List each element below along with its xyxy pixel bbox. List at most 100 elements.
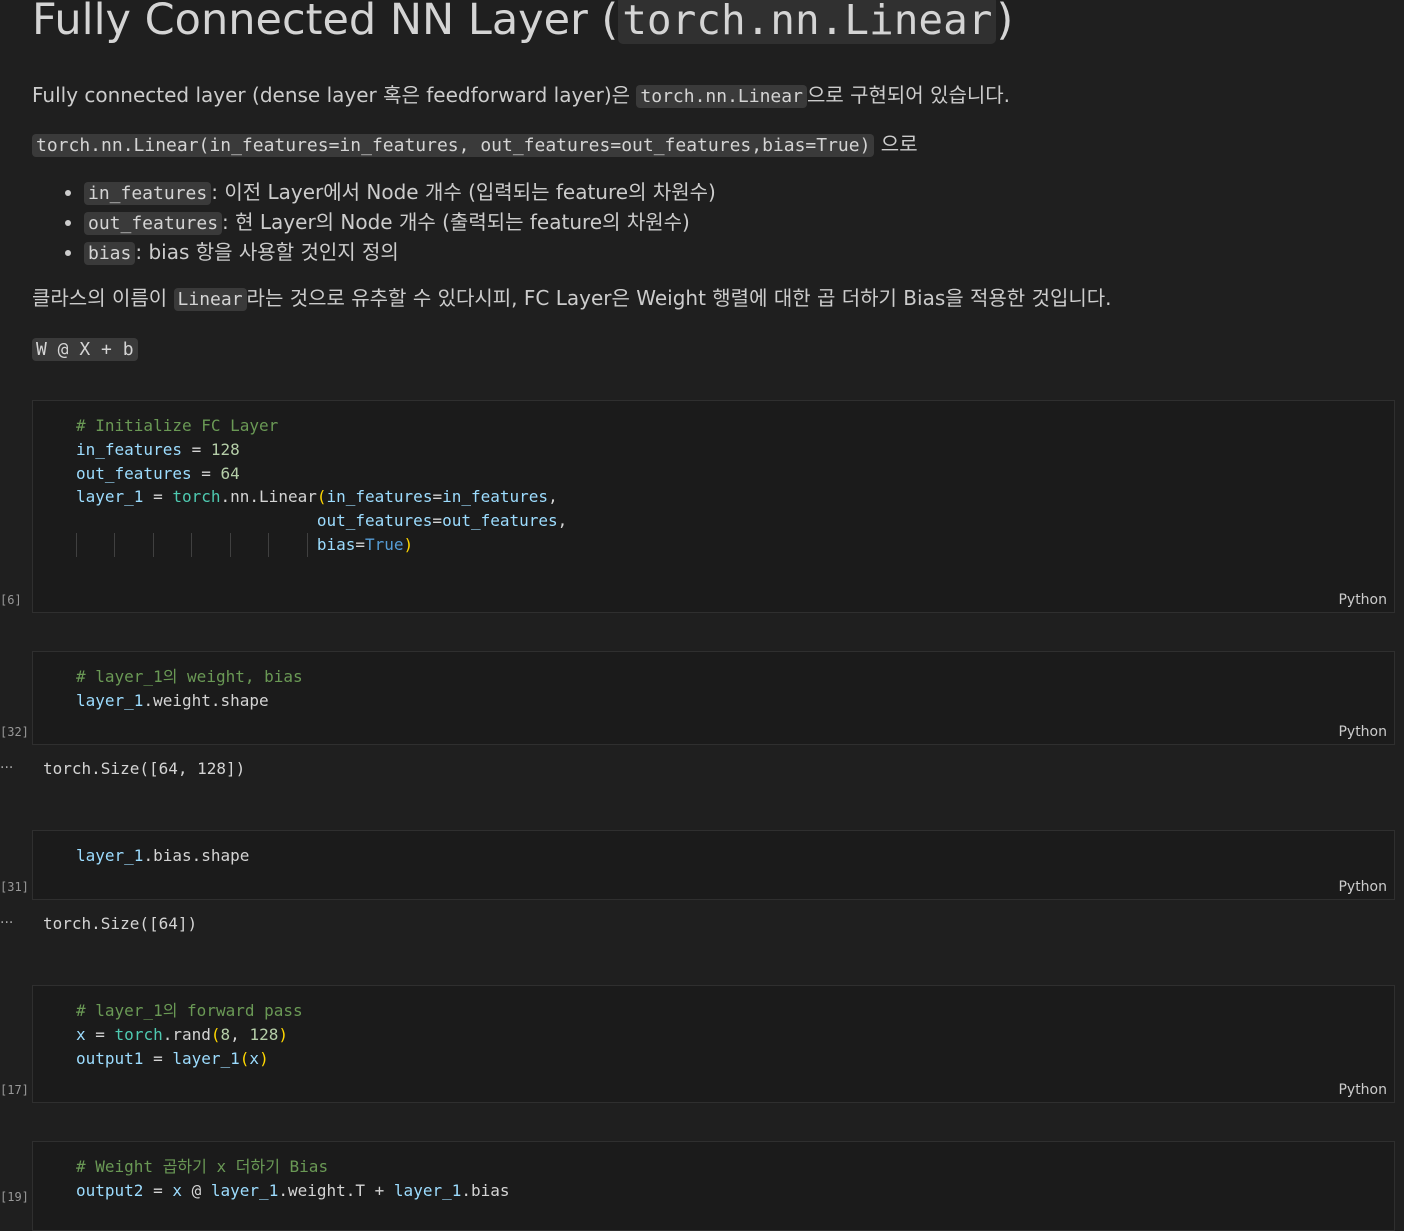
execution-count: [17] [0, 1083, 29, 1097]
code-token: 8 [220, 1024, 231, 1044]
para1-text: Fully connected layer (dense layer 혹은 fe… [32, 83, 637, 107]
execution-count: [32] [0, 725, 29, 739]
code-token: out_features [442, 511, 558, 531]
indent-guide [230, 533, 231, 557]
indent-guide [114, 533, 115, 557]
language-label[interactable]: Python [1338, 1082, 1387, 1098]
code-cell-weight-shape[interactable]: # layer_1의 weight, bias layer_1.weight.s… [32, 651, 1395, 745]
list-item: in_features: 이전 Layer에서 Node 개수 (입력되는 fe… [84, 178, 716, 208]
code-token: , [548, 487, 558, 507]
output-menu-icon[interactable]: ··· [0, 760, 13, 776]
code-token: = [432, 511, 443, 531]
code-token: 64 [220, 463, 240, 483]
cell-output: torch.Size([64]) [43, 914, 198, 933]
code-token: bias [316, 534, 356, 554]
para3-text-post: 라는 것으로 유추할 수 있다시피, FC Layer은 Weight 행렬에 … [246, 286, 1112, 310]
language-label[interactable]: Python [1338, 592, 1387, 608]
param-desc: : 이전 Layer에서 Node 개수 (입력되는 feature의 차원수) [211, 180, 716, 204]
code-token: = [355, 534, 365, 554]
code-token: , [230, 1024, 250, 1044]
code-token: @ [181, 1180, 211, 1200]
title-code: torch.nn.Linear [618, 0, 997, 44]
language-label[interactable]: Python [1338, 879, 1387, 895]
code-token: layer_1 [210, 1180, 279, 1200]
code-token: in_features [76, 439, 182, 459]
para2-inline-code: torch.nn.Linear(in_features=in_features,… [32, 134, 875, 157]
code-cell-bias-shape[interactable]: layer_1.bias.shape Python [32, 830, 1395, 900]
code-token: output1 [76, 1048, 144, 1068]
indent-guide [268, 533, 269, 557]
code-token: .bias.shape [143, 846, 250, 865]
code-token: = [181, 439, 211, 459]
code-comment: # Initialize FC Layer [76, 416, 279, 435]
code-token: x [76, 1024, 86, 1044]
code-token: output2 [76, 1180, 144, 1200]
code-token: ) [403, 534, 414, 554]
code-token: x [172, 1180, 182, 1200]
code-token: layer_1 [172, 1048, 240, 1068]
code-token: ( [239, 1048, 250, 1068]
param-code: out_features [84, 212, 223, 235]
code-token: layer_1 [76, 690, 144, 710]
code-token: layer_1 [76, 846, 144, 865]
paragraph-signature: torch.nn.Linear(in_features=in_features,… [32, 130, 918, 160]
paragraph-intro: Fully connected layer (dense layer 혹은 fe… [32, 81, 1010, 111]
code-token: 128 [210, 439, 240, 459]
para3-text: 클라스의 이름이 [32, 286, 174, 310]
code-token: torch [172, 487, 221, 507]
code-cell-manual[interactable]: # Weight 곱하기 x 더하기 Bias output2 = x @ la… [32, 1141, 1395, 1231]
code-editor[interactable]: layer_1.bias.shape [76, 844, 249, 868]
para3-inline-code: Linear [173, 288, 247, 311]
code-token: out_features [76, 463, 192, 483]
execution-count: [19] [0, 1190, 29, 1204]
code-token: = [143, 487, 173, 507]
paragraph-explanation: 클라스의 이름이 Linear 라는 것으로 유추할 수 있다시피, FC Lay… [32, 284, 1112, 314]
code-editor[interactable]: # layer_1의 forward pass x = torch.rand(8… [76, 999, 303, 1070]
code-token: ( [210, 1024, 221, 1044]
code-token: 128 [249, 1024, 279, 1044]
code-token: True [365, 534, 404, 554]
title-text: Fully Connected NN Layer ( [32, 0, 619, 45]
code-cell-init[interactable]: # Initialize FC Layer in_features = 128 … [32, 400, 1395, 613]
code-token: in_features [326, 487, 433, 507]
language-label[interactable]: Python [1338, 724, 1387, 740]
code-token: out_features [316, 511, 433, 531]
param-list: in_features: 이전 Layer에서 Node 개수 (입력되는 fe… [48, 178, 716, 268]
code-token: in_features [442, 487, 549, 507]
code-token: torch [114, 1024, 163, 1044]
param-code: in_features [84, 182, 212, 205]
code-comment: # layer_1의 weight, bias [76, 667, 303, 686]
code-token: .bias [461, 1180, 510, 1200]
code-comment: # layer_1의 forward pass [76, 1001, 303, 1020]
code-editor[interactable]: # layer_1의 weight, bias layer_1.weight.s… [76, 665, 303, 713]
para2-text-post: 으로 [874, 132, 918, 156]
para1-text-post: 으로 구현되어 있습니다. [806, 83, 1011, 107]
code-token: = [143, 1180, 173, 1200]
code-editor[interactable]: # Weight 곱하기 x 더하기 Bias output2 = x @ la… [76, 1155, 510, 1203]
title-close: ) [996, 0, 1014, 45]
code-token: = [143, 1048, 173, 1068]
code-token: = [85, 1024, 115, 1044]
formula: W @ X + b [32, 334, 138, 364]
code-token: layer_1 [393, 1180, 462, 1200]
code-token: layer_1 [76, 487, 144, 507]
code-token: , [557, 511, 568, 531]
code-editor[interactable]: # Initialize FC Layer in_features = 128 … [76, 414, 567, 557]
execution-count: [31] [0, 880, 29, 894]
output-menu-icon[interactable]: ··· [0, 915, 13, 931]
code-token: .rand [162, 1024, 211, 1044]
code-token: ) [259, 1048, 269, 1068]
page-title: Fully Connected NN Layer (torch.nn.Linea… [32, 0, 1013, 46]
code-token: .weight.shape [143, 690, 269, 710]
code-cell-forward[interactable]: # layer_1의 forward pass x = torch.rand(8… [32, 985, 1395, 1103]
param-code: bias [84, 242, 136, 265]
code-token: ) [278, 1024, 288, 1044]
indent-guide [307, 533, 308, 557]
indent-guide [76, 533, 77, 557]
code-token: = [191, 463, 221, 483]
code-token: .nn.Linear [220, 487, 317, 507]
code-token: x [249, 1048, 260, 1068]
code-token: .weight.T + [278, 1180, 394, 1200]
list-item: bias: bias 항을 사용할 것인지 정의 [84, 238, 716, 268]
cell-output: torch.Size([64, 128]) [43, 759, 246, 778]
